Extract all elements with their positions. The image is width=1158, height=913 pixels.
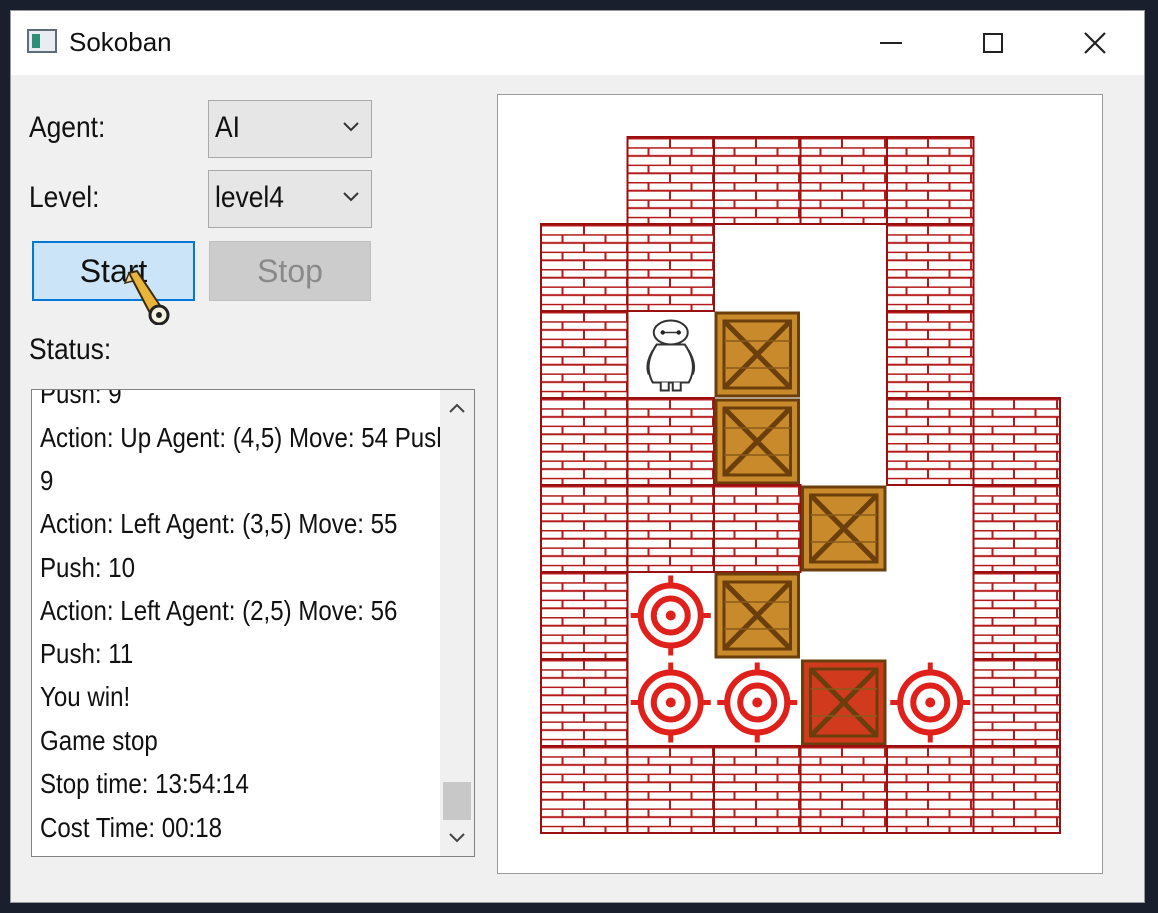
log-line: Game stop — [40, 725, 158, 756]
maximize-icon — [983, 33, 1003, 53]
cell-wall — [540, 484, 629, 573]
cell-wall — [886, 136, 975, 225]
level-select[interactable]: level4 — [208, 170, 372, 228]
maximize-button[interactable] — [953, 11, 1033, 75]
cell-wall — [540, 223, 629, 312]
cell-wall — [972, 397, 1061, 486]
cell-box — [714, 311, 800, 398]
chevron-down-icon — [343, 192, 359, 202]
cell-wall — [540, 658, 629, 747]
cell-target — [630, 575, 711, 656]
cell-wall — [713, 484, 802, 573]
agent-label: Agent: — [29, 111, 106, 144]
status-log[interactable]: Push: 9 Action: Up Agent: (4,5) Move: 54… — [31, 389, 475, 857]
level-label: Level: — [29, 181, 100, 214]
app-icon — [27, 29, 57, 53]
title-bar: Sokoban — [11, 11, 1144, 75]
cell-wall — [626, 136, 715, 225]
cell-wall — [886, 397, 975, 486]
cell-target — [630, 662, 711, 743]
board-canvas — [540, 136, 1061, 834]
cell-box — [714, 398, 800, 485]
log-line: Push: 9 — [40, 389, 122, 409]
cell-wall — [972, 571, 1061, 660]
cell-wall — [886, 223, 975, 312]
cell-box — [714, 572, 800, 659]
scroll-down-icon — [449, 833, 465, 843]
close-icon — [1084, 32, 1106, 54]
log-line: Push: 10 — [40, 552, 136, 583]
cell-wall — [799, 745, 888, 834]
game-board — [497, 94, 1103, 874]
cell-wall — [626, 397, 715, 486]
window-title: Sokoban — [69, 27, 172, 57]
cell-target — [717, 662, 798, 743]
cell-wall — [886, 745, 975, 834]
log-line: 9 — [40, 465, 54, 496]
minimize-icon — [880, 42, 902, 44]
cell-wall — [626, 484, 715, 573]
level-select-value: level4 — [215, 181, 284, 214]
cell-wall — [886, 310, 975, 399]
cell-wall — [713, 136, 802, 225]
cell-wall — [799, 136, 888, 225]
cell-wall — [626, 745, 715, 834]
cell-target — [890, 662, 971, 743]
cell-box — [801, 485, 887, 572]
status-scrollbar[interactable] — [440, 390, 474, 856]
cell-box-on-target — [801, 659, 887, 746]
cell-wall — [540, 571, 629, 660]
status-label: Status: — [29, 333, 112, 366]
cell-wall — [626, 223, 715, 312]
log-line: Action: Left Agent: (2,5) Move: 56 — [40, 595, 398, 626]
cell-agent — [646, 319, 696, 392]
cell-wall — [540, 745, 629, 834]
log-line: Cost Time: 00:18 — [40, 812, 223, 843]
agent-select-value: AI — [215, 111, 240, 144]
cell-wall — [972, 745, 1061, 834]
close-button[interactable] — [1055, 11, 1135, 75]
stop-button[interactable]: Stop — [209, 241, 371, 301]
log-line: Push: 11 — [40, 638, 134, 669]
cell-wall — [540, 397, 629, 486]
scroll-thumb[interactable] — [443, 782, 471, 820]
cell-wall — [713, 745, 802, 834]
sokoban-window: Sokoban Agent: AI Level: level4 Start St… — [10, 10, 1145, 903]
scroll-down-button[interactable] — [440, 820, 474, 856]
log-line: Action: Up Agent: (4,5) Move: 54 Push: — [40, 422, 457, 453]
agent-select[interactable]: AI — [208, 100, 372, 158]
log-line: Action: Left Agent: (3,5) Move: 55 — [40, 508, 398, 539]
scroll-up-button[interactable] — [440, 390, 474, 426]
pencil-cursor-icon — [123, 269, 170, 325]
minimize-button[interactable] — [851, 11, 931, 75]
cell-wall — [972, 484, 1061, 573]
chevron-down-icon — [343, 122, 359, 132]
scroll-up-icon — [449, 403, 465, 413]
cell-wall — [972, 658, 1061, 747]
log-line: Stop time: 13:54:14 — [40, 768, 249, 799]
cell-wall — [540, 310, 629, 399]
log-line: You win! — [40, 681, 131, 712]
